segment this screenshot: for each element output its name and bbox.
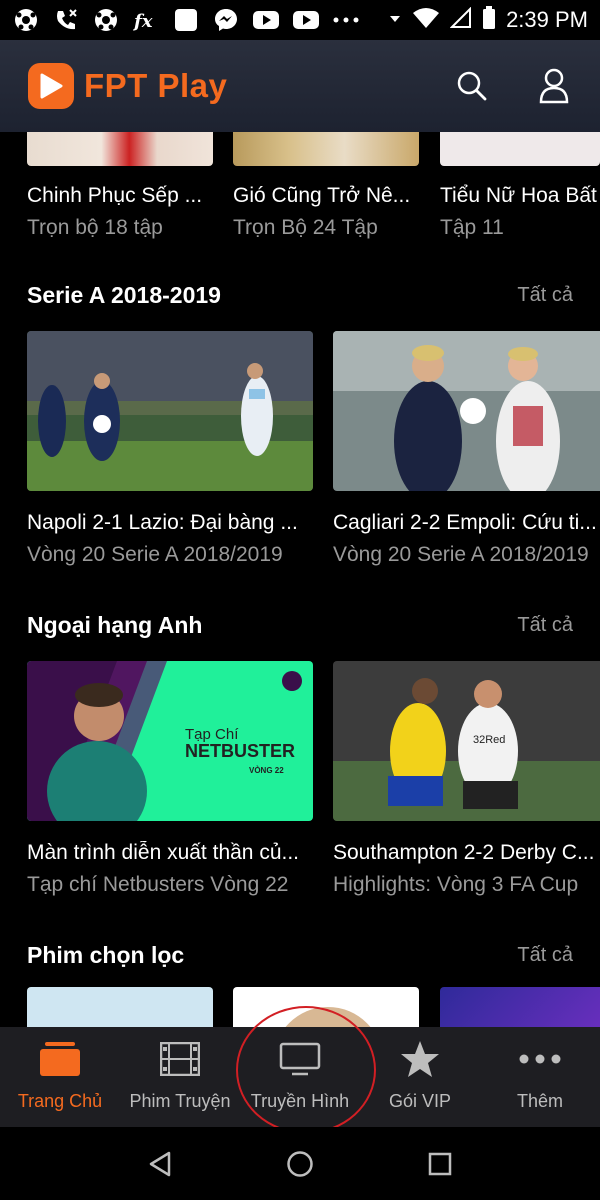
list-item[interactable]: Chinh Phục Sếp ... Trọn bộ 18 tập (27, 132, 213, 240)
card-subtitle: Tạp chí Netbusters Vòng 22 (27, 873, 289, 896)
fpt-play-logo[interactable]: FPT Play (28, 63, 227, 109)
card-subtitle: Tập 11 (440, 216, 504, 239)
card-thumbnail (27, 331, 313, 491)
status-time: 2:39 PM (506, 7, 588, 32)
recents-icon (428, 1152, 452, 1175)
star-icon (398, 1041, 442, 1077)
see-all-link[interactable]: Tất cả (517, 944, 573, 967)
thumb-caption: 32Red (473, 734, 505, 746)
section-featured-films: Phim chọn lọc Tất cả (0, 935, 600, 1027)
wifi-icon (412, 7, 440, 34)
nav-label: Trang Chủ (17, 1091, 103, 1111)
home-button[interactable] (280, 1144, 320, 1184)
card-title: Tiểu Nữ Hoa Bất (440, 184, 597, 207)
soccer-ball-icon (92, 6, 120, 34)
section-title: Phim chọn lọc (27, 941, 185, 968)
card-title: Cagliari 2-2 Empoli: Cứu ti... (333, 511, 597, 534)
status-bar: fx 2:39 PM (0, 0, 600, 40)
film-thumbnail[interactable] (440, 987, 600, 1027)
more-icon (518, 1041, 562, 1077)
section-title: Ngoại hạng Anh (27, 611, 203, 638)
card-thumbnail: 32Red (333, 661, 600, 821)
cell-signal-icon (449, 6, 472, 34)
account-button[interactable] (536, 68, 572, 104)
card-thumbnail (333, 331, 600, 491)
list-item[interactable]: Cagliari 2-2 Empoli: Cứu ti... Vòng 20 S… (333, 331, 600, 567)
nav-label: Phim Truyện (129, 1091, 231, 1111)
section-premier-league: Ngoại hạng Anh Tất cả Tạp Chí NETBUSTER (0, 605, 600, 921)
nav-label: Thêm (516, 1091, 563, 1111)
search-button[interactable] (454, 68, 490, 104)
card-title: Southampton 2-2 Derby C... (333, 841, 595, 864)
home-feed[interactable]: Chinh Phục Sếp ... Trọn bộ 18 tập Gió Cũ… (0, 132, 600, 1027)
svg-text:fx: fx (132, 11, 153, 32)
home-circle-icon (287, 1150, 313, 1177)
film-icon (158, 1041, 202, 1077)
messenger-icon (212, 6, 240, 34)
system-navigation (0, 1127, 600, 1200)
card-subtitle: Vòng 20 Serie A 2018/2019 (333, 543, 589, 566)
nav-item-tv[interactable]: Truyền Hình (240, 1027, 360, 1127)
nav-item-more[interactable]: Thêm (480, 1027, 600, 1127)
card-thumbnail (27, 132, 213, 166)
thumb-caption: NETBUSTER (185, 741, 295, 761)
see-all-link[interactable]: Tất cả (517, 284, 573, 307)
list-item[interactable]: Napoli 2-1 Lazio: Đại bàng ... Vòng 20 S… (27, 331, 313, 567)
card-subtitle: Vòng 20 Serie A 2018/2019 (27, 543, 283, 566)
soccer-ball-icon (12, 6, 40, 34)
film-thumbnail[interactable] (27, 987, 213, 1027)
see-all-link[interactable]: Tất cả (517, 614, 573, 637)
card-subtitle: Highlights: Vòng 3 FA Cup (333, 873, 579, 896)
card-title: Màn trình diễn xuất thần củ... (27, 841, 299, 864)
nav-item-home[interactable]: Trang Chủ (0, 1027, 120, 1127)
nav-item-vip[interactable]: Gói VIP (360, 1027, 480, 1127)
nav-item-movies[interactable]: Phim Truyện (120, 1027, 240, 1127)
nav-label: Truyền Hình (250, 1091, 350, 1111)
card-thumbnail: Tạp Chí NETBUSTER VÒNG 22 (27, 661, 313, 821)
more-notifications-icon (332, 6, 360, 34)
youtube-icon (292, 6, 320, 34)
nav-label: Gói VIP (388, 1091, 452, 1111)
home-icon (38, 1041, 82, 1077)
card-thumbnail (233, 132, 419, 166)
card-title: Napoli 2-1 Lazio: Đại bàng ... (27, 511, 298, 534)
back-icon (149, 1151, 171, 1176)
battery-icon (482, 5, 496, 35)
thumb-caption: VÒNG 22 (249, 766, 284, 775)
section-serie-a: Serie A 2018-2019 Tất cả Napoli 2-1 Lazi… (0, 275, 600, 591)
card-subtitle: Trọn bộ 18 tập (27, 216, 163, 239)
recents-button[interactable] (420, 1144, 460, 1184)
fx-icon: fx (132, 6, 160, 34)
card-subtitle: Trọn Bộ 24 Tập (233, 216, 378, 239)
youtube-icon (252, 6, 280, 34)
data-arrows-icon (388, 10, 402, 31)
list-item[interactable]: Tiểu Nữ Hoa Bất Tập 11 (440, 132, 600, 240)
logo-text: FPT Play (84, 67, 228, 104)
card-title: Gió Cũng Trở Nê... (233, 184, 411, 207)
card-title: Chinh Phục Sếp ... (27, 184, 203, 207)
list-item[interactable]: Gió Cũng Trở Nê... Trọn Bộ 24 Tập (233, 132, 419, 240)
app-header: FPT Play (0, 40, 600, 132)
list-item[interactable]: Tạp Chí NETBUSTER VÒNG 22 Màn trình diễn… (27, 661, 313, 897)
list-item[interactable]: 32Red Southampton 2-2 Derby C... Highlig… (333, 661, 600, 897)
card-thumbnail (440, 132, 600, 166)
app-square-icon (172, 6, 200, 34)
user-icon (539, 68, 569, 104)
film-thumbnail[interactable] (233, 987, 419, 1027)
play-logo-icon (28, 63, 74, 109)
section-title: Serie A 2018-2019 (27, 281, 221, 308)
back-button[interactable] (140, 1144, 180, 1184)
missed-call-icon (52, 6, 80, 34)
tv-icon (278, 1041, 322, 1077)
search-icon (457, 71, 487, 101)
top-row: Chinh Phục Sếp ... Trọn bộ 18 tập Gió Cũ… (0, 132, 600, 252)
bottom-navigation: Trang Chủ Phim Truyện Truyền Hình Gói VI… (0, 1027, 600, 1127)
